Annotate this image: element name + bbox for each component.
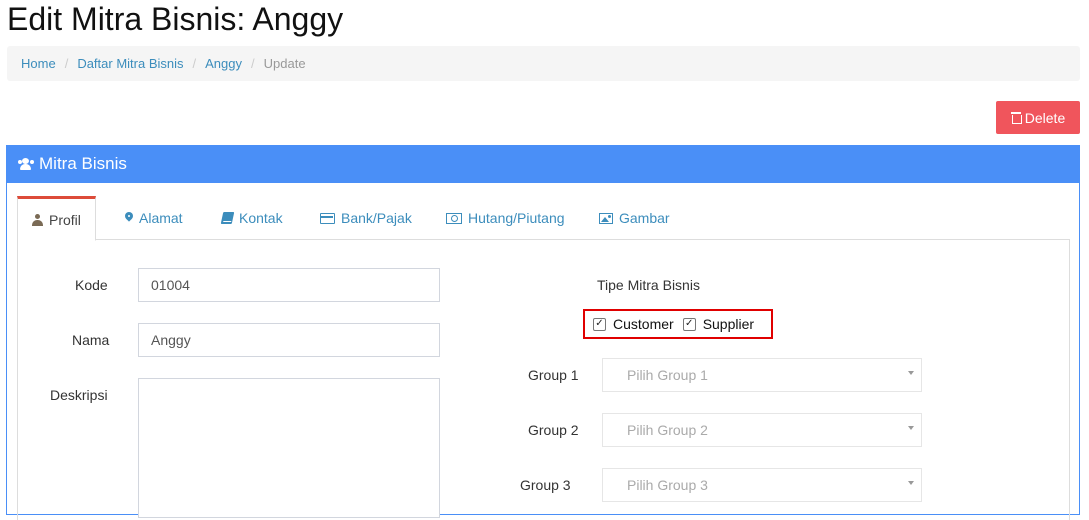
user-icon bbox=[32, 213, 43, 226]
breadcrumb-current: Update bbox=[263, 56, 306, 71]
breadcrumb-separator: / bbox=[251, 56, 255, 71]
map-marker-icon bbox=[125, 212, 133, 224]
deskripsi-label: Deskripsi bbox=[50, 387, 108, 403]
delete-button-label: Delete bbox=[1024, 109, 1066, 126]
picture-icon bbox=[599, 212, 613, 224]
group-3-placeholder: Pilih Group 3 bbox=[627, 477, 708, 493]
tab-label: Gambar bbox=[619, 210, 670, 226]
tab-label: Profil bbox=[49, 211, 81, 228]
breadcrumb-anggy[interactable]: Anggy bbox=[205, 56, 242, 71]
tab-bank-pajak[interactable]: Bank/Pajak bbox=[320, 196, 412, 240]
caret-down-icon bbox=[908, 426, 914, 430]
caret-down-icon bbox=[908, 481, 914, 485]
kode-label: Kode bbox=[75, 277, 108, 293]
group-3-label: Group 3 bbox=[520, 477, 571, 493]
panel-title: Mitra Bisnis bbox=[39, 154, 127, 173]
money-icon bbox=[446, 212, 462, 224]
delete-button[interactable]: Delete bbox=[996, 101, 1080, 134]
tab-label: Kontak bbox=[239, 210, 283, 226]
credit-card-icon bbox=[320, 212, 335, 224]
tab-bar: Profil Alamat Kontak Bank/Pajak Hutang/P… bbox=[17, 196, 1070, 241]
group-2-label: Group 2 bbox=[528, 422, 579, 438]
group-1-placeholder: Pilih Group 1 bbox=[627, 367, 708, 383]
tab-label: Alamat bbox=[139, 210, 183, 226]
panel-heading: Mitra Bisnis bbox=[7, 145, 1079, 183]
book-icon bbox=[220, 212, 235, 224]
tab-hutang-piutang[interactable]: Hutang/Piutang bbox=[446, 196, 565, 240]
tipe-mitra-bisnis-label: Tipe Mitra Bisnis bbox=[597, 277, 700, 293]
customer-label: Customer bbox=[613, 316, 674, 332]
trash-icon bbox=[1010, 112, 1022, 124]
tab-gambar[interactable]: Gambar bbox=[599, 196, 670, 240]
breadcrumb: Home / Daftar Mitra Bisnis / Anggy / Upd… bbox=[7, 46, 1080, 81]
tab-kontak[interactable]: Kontak bbox=[220, 196, 283, 240]
tab-label: Bank/Pajak bbox=[341, 210, 412, 226]
users-icon bbox=[18, 158, 34, 170]
customer-checkbox[interactable]: ✓ bbox=[593, 317, 606, 331]
group-1-select[interactable]: Pilih Group 1 bbox=[602, 358, 922, 392]
caret-down-icon bbox=[908, 371, 914, 375]
kode-input[interactable] bbox=[138, 268, 440, 302]
group-3-select[interactable]: Pilih Group 3 bbox=[602, 468, 922, 502]
deskripsi-textarea[interactable] bbox=[138, 378, 440, 518]
tab-profil[interactable]: Profil bbox=[17, 196, 96, 241]
group-2-placeholder: Pilih Group 2 bbox=[627, 422, 708, 438]
nama-input[interactable] bbox=[138, 323, 440, 357]
supplier-label: Supplier bbox=[702, 316, 755, 332]
breadcrumb-daftar-mitra-bisnis[interactable]: Daftar Mitra Bisnis bbox=[77, 56, 183, 71]
breadcrumb-home[interactable]: Home bbox=[21, 56, 56, 71]
nama-label: Nama bbox=[72, 332, 110, 348]
breadcrumb-separator: / bbox=[192, 56, 197, 71]
breadcrumb-separator: / bbox=[64, 56, 69, 71]
tab-label: Hutang/Piutang bbox=[468, 210, 565, 226]
tab-alamat[interactable]: Alamat bbox=[125, 196, 183, 240]
group-2-select[interactable]: Pilih Group 2 bbox=[602, 413, 922, 447]
page-title: Edit Mitra Bisnis: Anggy bbox=[7, 1, 344, 37]
group-1-label: Group 1 bbox=[528, 367, 579, 383]
tipe-checkbox-group: ✓ Customer ✓ Supplier bbox=[583, 309, 773, 339]
supplier-checkbox[interactable]: ✓ bbox=[682, 317, 696, 331]
